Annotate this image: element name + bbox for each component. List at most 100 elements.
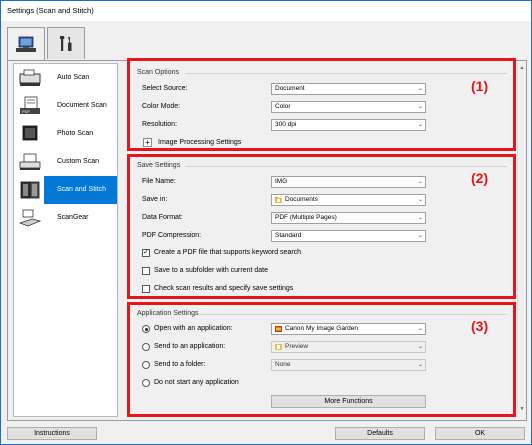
chevron-down-icon: ⌄ bbox=[417, 122, 423, 128]
dropdown-value: Standard bbox=[275, 232, 302, 239]
chevron-down-icon: ⌄ bbox=[417, 362, 423, 368]
save-settings-section: Save Settings (2) File Name: IMG ⌄ Save … bbox=[127, 154, 516, 299]
auto-scan-icon bbox=[19, 69, 41, 86]
sidebar-item-label: Auto Scan bbox=[57, 74, 90, 81]
color-mode-dropdown[interactable]: Color ⌄ bbox=[271, 101, 426, 113]
chevron-down-icon: ⌄ bbox=[417, 215, 423, 221]
send-folder-radio[interactable] bbox=[142, 361, 150, 369]
section-number: (2) bbox=[471, 170, 489, 186]
sidebar-item-label: Document Scan bbox=[57, 102, 107, 109]
chevron-down-icon: ⌄ bbox=[417, 344, 423, 350]
section-number: (1) bbox=[471, 78, 489, 94]
check-results-checkbox[interactable] bbox=[142, 285, 150, 293]
settings-window: Settings (Scan and Stitch) Auto Scan PDF… bbox=[0, 0, 532, 445]
keyword-search-label: Create a PDF file that supports keyword … bbox=[154, 249, 302, 256]
sidebar-item-document-scan[interactable]: PDF Document Scan bbox=[14, 92, 117, 120]
subfolder-checkbox[interactable] bbox=[142, 267, 150, 275]
send-folder-dropdown[interactable]: None ⌄ bbox=[271, 359, 426, 371]
do-not-start-radio[interactable] bbox=[142, 379, 150, 387]
chevron-down-icon: ⌄ bbox=[417, 326, 423, 332]
open-app-label: Open with an application: bbox=[154, 325, 233, 332]
section-title: Application Settings bbox=[137, 310, 199, 317]
chevron-down-icon: ⌄ bbox=[417, 86, 423, 92]
section-number: (3) bbox=[471, 318, 489, 334]
defaults-button[interactable]: Defaults bbox=[335, 427, 425, 440]
resolution-label: Resolution: bbox=[142, 121, 178, 128]
svg-text:PDF: PDF bbox=[22, 109, 31, 114]
application-settings-section: Application Settings (3) Open with an ap… bbox=[127, 302, 516, 417]
scangear-icon bbox=[18, 209, 42, 227]
save-in-label: Save in: bbox=[142, 196, 168, 203]
do-not-start-label: Do not start any application bbox=[154, 379, 239, 386]
custom-scan-icon bbox=[19, 153, 41, 170]
scroll-down-icon[interactable]: ▼ bbox=[519, 406, 525, 412]
preview-app-icon bbox=[275, 344, 282, 350]
section-divider bbox=[185, 73, 507, 74]
scan-stitch-icon bbox=[20, 181, 40, 199]
dropdown-value: Preview bbox=[285, 343, 309, 350]
window-title: Settings (Scan and Stitch) bbox=[1, 1, 531, 21]
sidebar-item-label: Scan and Stitch bbox=[44, 176, 117, 204]
chevron-down-icon: ⌄ bbox=[417, 104, 423, 110]
scan-mode-list: Auto Scan PDF Document Scan Photo Scan C… bbox=[13, 63, 118, 417]
dropdown-value: Document bbox=[275, 85, 305, 92]
dropdown-value: 300 dpi bbox=[275, 121, 297, 128]
keyword-search-checkbox[interactable]: ✓ bbox=[142, 249, 150, 257]
check-results-label: Check scan results and specify save sett… bbox=[154, 285, 294, 292]
section-title: Scan Options bbox=[137, 69, 180, 76]
field-value: IMG bbox=[275, 178, 288, 185]
instructions-button[interactable]: Instructions bbox=[7, 427, 97, 440]
chevron-down-icon: ⌄ bbox=[417, 197, 423, 203]
file-name-label: File Name: bbox=[142, 178, 176, 185]
open-app-dropdown[interactable]: Canon My Image Garden ⌄ bbox=[271, 323, 426, 335]
send-app-label: Send to an application: bbox=[154, 343, 226, 350]
dropdown-value: PDF (Multiple Pages) bbox=[275, 214, 337, 221]
dropdown-value: Canon My Image Garden bbox=[285, 325, 358, 332]
color-mode-label: Color Mode: bbox=[142, 103, 181, 110]
canon-app-icon bbox=[275, 326, 282, 332]
sidebar-item-label: Custom Scan bbox=[57, 158, 100, 165]
image-processing-label: Image Processing Settings bbox=[158, 139, 242, 146]
content-scrollbar[interactable]: ▲ ▼ bbox=[517, 63, 525, 417]
ok-button[interactable]: OK bbox=[435, 427, 525, 440]
sidebar-item-scan-and-stitch[interactable]: Scan and Stitch bbox=[14, 176, 117, 204]
scan-options-section: Scan Options (1) Select Source: Document… bbox=[127, 58, 516, 151]
section-divider bbox=[185, 166, 507, 167]
save-in-dropdown[interactable]: Documents ⌄ bbox=[271, 194, 426, 206]
data-format-label: Data Format: bbox=[142, 214, 183, 221]
sidebar-item-custom-scan[interactable]: Custom Scan bbox=[14, 148, 117, 176]
sidebar-item-photo-scan[interactable]: Photo Scan bbox=[14, 120, 117, 148]
open-app-radio[interactable] bbox=[142, 325, 150, 333]
expand-image-processing-button[interactable]: + bbox=[143, 138, 152, 147]
sidebar-item-label: ScanGear bbox=[57, 214, 89, 221]
photo-scan-icon bbox=[22, 125, 38, 141]
document-scan-icon: PDF bbox=[20, 96, 40, 114]
send-app-radio[interactable] bbox=[142, 343, 150, 351]
scroll-up-icon[interactable]: ▲ bbox=[519, 65, 525, 71]
tab-general-settings[interactable] bbox=[47, 27, 85, 59]
file-name-field[interactable]: IMG ⌄ bbox=[271, 176, 426, 188]
tab-scan-from-computer[interactable] bbox=[7, 27, 45, 62]
select-source-label: Select Source: bbox=[142, 85, 188, 92]
section-divider bbox=[200, 314, 507, 315]
sidebar-item-scangear[interactable]: ScanGear bbox=[14, 204, 117, 232]
send-app-dropdown[interactable]: Preview ⌄ bbox=[271, 341, 426, 353]
tools-icon bbox=[60, 35, 72, 51]
computer-scan-icon bbox=[16, 36, 36, 52]
pdf-compression-dropdown[interactable]: Standard ⌄ bbox=[271, 230, 426, 242]
subfolder-label: Save to a subfolder with current date bbox=[154, 267, 269, 274]
send-folder-label: Send to a folder: bbox=[154, 361, 206, 368]
section-title: Save Settings bbox=[137, 162, 181, 169]
more-functions-button[interactable]: More Functions bbox=[271, 395, 426, 408]
data-format-dropdown[interactable]: PDF (Multiple Pages) ⌄ bbox=[271, 212, 426, 224]
chevron-down-icon: ⌄ bbox=[417, 179, 423, 185]
dropdown-value: Documents bbox=[285, 196, 318, 203]
select-source-dropdown[interactable]: Document ⌄ bbox=[271, 83, 426, 95]
sidebar-item-auto-scan[interactable]: Auto Scan bbox=[14, 64, 117, 92]
dropdown-value: Color bbox=[275, 103, 291, 110]
resolution-dropdown[interactable]: 300 dpi ⌄ bbox=[271, 119, 426, 131]
chevron-down-icon: ⌄ bbox=[417, 233, 423, 239]
pdf-compression-label: PDF Compression: bbox=[142, 232, 202, 239]
documents-folder-icon bbox=[275, 197, 282, 203]
sidebar-item-label: Photo Scan bbox=[57, 130, 94, 137]
